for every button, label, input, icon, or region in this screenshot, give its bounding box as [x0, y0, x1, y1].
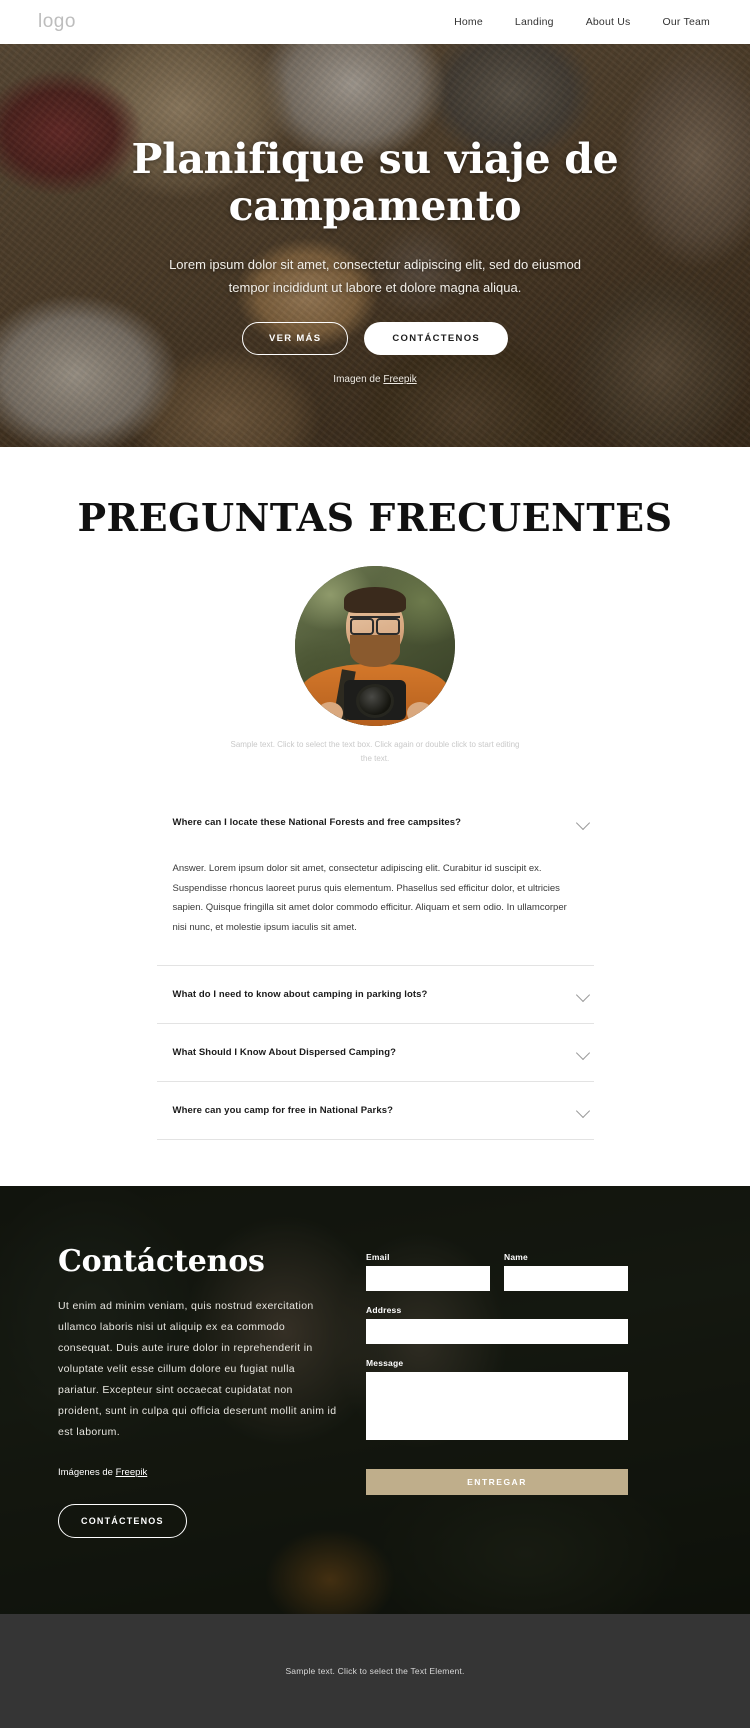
contact-image-credit: Imágenes de Freepik — [58, 1467, 338, 1478]
email-input[interactable] — [366, 1266, 490, 1292]
faq-item-2: What do I need to know about camping in … — [156, 966, 594, 1025]
contact-form: Email Name Address Message ENTREGAR — [366, 1244, 628, 1538]
name-field-group: Name — [504, 1252, 628, 1292]
glasses-icon — [350, 615, 400, 629]
address-field-group: Address — [366, 1305, 628, 1345]
hero-image-credit: Imagen de Freepik — [0, 374, 750, 385]
email-label: Email — [366, 1252, 390, 1263]
nav-item-home[interactable]: Home — [454, 16, 483, 28]
message-textarea[interactable] — [366, 1372, 628, 1441]
name-label: Name — [504, 1252, 528, 1263]
nav-item-about-us[interactable]: About Us — [586, 16, 631, 28]
message-label: Message — [366, 1358, 404, 1369]
faq-question-3-header[interactable]: What Should I Know About Dispersed Campi… — [157, 1024, 594, 1081]
hero-button-group: VER MÁS CONTÁCTENOS — [0, 321, 750, 355]
faq-question-1-header[interactable]: Where can I locate these National Forest… — [157, 803, 594, 843]
contact-body-text: Ut enim ad minim veniam, quis nostrud ex… — [58, 1300, 337, 1439]
chevron-down-icon[interactable] — [577, 988, 590, 1001]
hero-section: Planifique su viaje de campamento Lorem … — [0, 44, 750, 447]
contact-credit-link[interactable]: Freepik — [116, 1467, 148, 1478]
camera-lens-icon — [356, 684, 394, 718]
contact-text-column: Contáctenos Ut enim ad minim veniam, qui… — [58, 1244, 338, 1539]
faq-answer-1: Answer. Lorem ipsum dolor sit amet, cons… — [172, 863, 567, 933]
chevron-down-icon[interactable] — [577, 1104, 590, 1117]
main-navigation: Home Landing About Us Our Team — [454, 16, 710, 28]
address-label: Address — [366, 1305, 402, 1316]
address-input[interactable] — [366, 1319, 628, 1345]
email-field-group: Email — [366, 1252, 490, 1292]
hero-ver-mas-button[interactable]: VER MÁS — [241, 321, 349, 355]
avatar-beard — [350, 634, 400, 667]
faq-avatar-caption: Sample text. Click to select the text bo… — [230, 740, 520, 763]
chevron-down-icon[interactable] — [577, 816, 590, 829]
hero-contactenos-button[interactable]: CONTÁCTENOS — [364, 321, 509, 355]
faq-item-1: Where can I locate these National Forest… — [156, 803, 594, 967]
hero-credit-prefix: Imagen de — [333, 374, 384, 385]
site-footer: Sample text. Click to select the Text El… — [0, 1614, 750, 1728]
faq-avatar-wrapper — [0, 566, 750, 726]
photographer-avatar — [295, 566, 455, 726]
site-logo[interactable]: logo — [38, 11, 76, 33]
hero-subtitle: Lorem ipsum dolor sit amet, consectetur … — [169, 257, 581, 296]
faq-question-1-label: Where can I locate these National Forest… — [172, 817, 462, 829]
hero-credit-link[interactable]: Freepik — [383, 374, 416, 385]
faq-question-4-label: Where can you camp for free in National … — [172, 1105, 394, 1117]
footer-text: Sample text. Click to select the Text El… — [285, 1666, 465, 1677]
submit-button[interactable]: ENTREGAR — [366, 1469, 628, 1496]
faq-accordion: Where can I locate these National Forest… — [156, 803, 594, 1141]
message-field-group: Message — [366, 1358, 628, 1445]
faq-item-4: Where can you camp for free in National … — [156, 1082, 594, 1141]
faq-item-3: What Should I Know About Dispersed Campi… — [156, 1024, 594, 1083]
contact-contactenos-button[interactable]: CONTÁCTENOS — [58, 1504, 187, 1539]
contact-title: Contáctenos — [58, 1244, 265, 1280]
site-header: logo Home Landing About Us Our Team — [0, 0, 750, 44]
chevron-down-icon[interactable] — [577, 1046, 590, 1059]
faq-section: PREGUNTAS FRECUENTES Sample text. Click … — [0, 447, 750, 1187]
nav-item-landing[interactable]: Landing — [515, 16, 554, 28]
contact-credit-prefix: Imágenes de — [58, 1467, 116, 1479]
contact-section: Contáctenos Ut enim ad minim veniam, qui… — [0, 1186, 750, 1615]
faq-question-2-header[interactable]: What do I need to know about camping in … — [157, 966, 594, 1023]
hero-title: Planifique su viaje de campamento — [131, 135, 619, 231]
nav-item-our-team[interactable]: Our Team — [662, 16, 710, 28]
faq-question-3-label: What Should I Know About Dispersed Campi… — [172, 1047, 396, 1059]
faq-question-4-header[interactable]: Where can you camp for free in National … — [157, 1082, 594, 1139]
faq-question-2-label: What do I need to know about camping in … — [172, 989, 428, 1001]
avatar-hair — [344, 586, 406, 613]
faq-title: PREGUNTAS FRECUENTES — [77, 495, 673, 540]
avatar-right-hand — [406, 702, 433, 724]
name-input[interactable] — [504, 1266, 628, 1292]
